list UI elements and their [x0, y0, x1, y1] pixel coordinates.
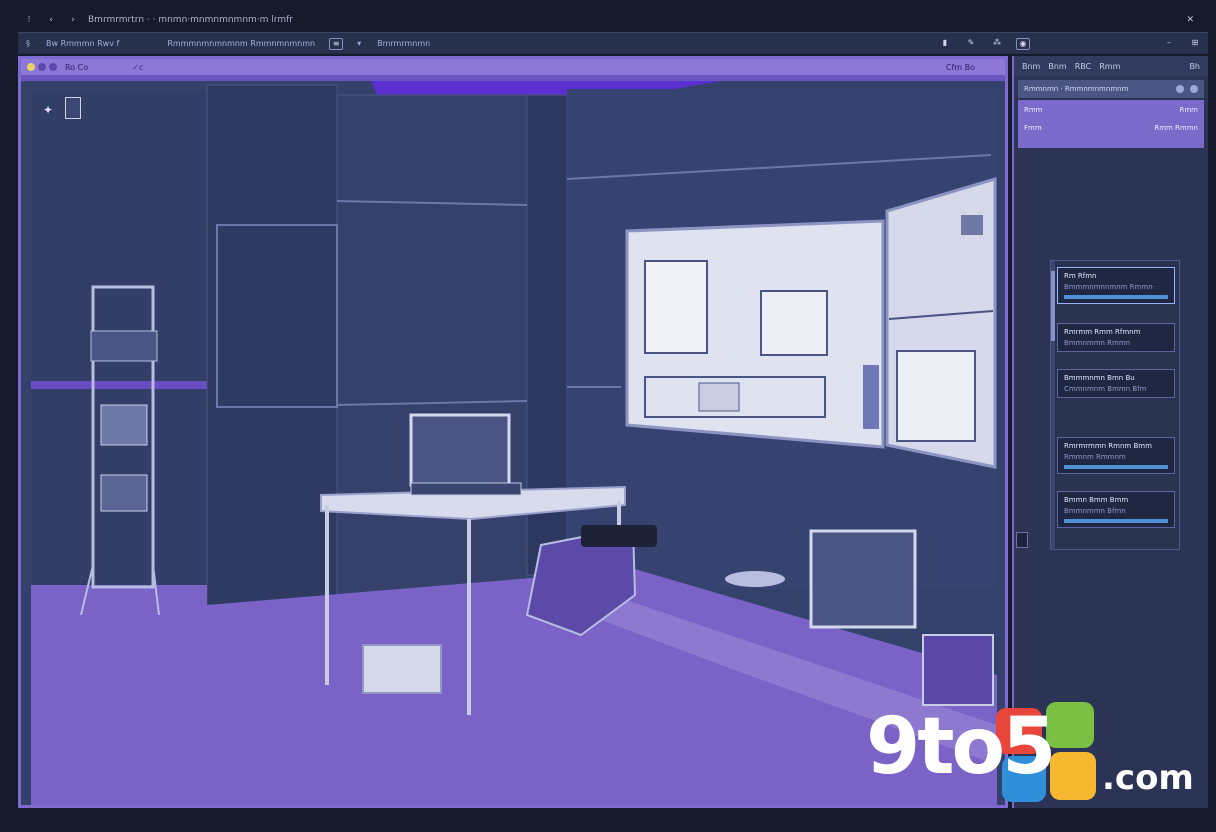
- toolbar-item-3[interactable]: Bmrmrmnmn: [377, 39, 430, 48]
- forward-icon[interactable]: ›: [68, 15, 78, 25]
- layout-icon[interactable]: ⊞: [1188, 38, 1202, 50]
- panel-close-icon[interactable]: Bh: [1189, 62, 1200, 71]
- toolbar-item-1[interactable]: Bw Rmmmn Rwv f: [46, 39, 119, 48]
- layer-subtitle: Bmmnmmn Rmmn: [1064, 339, 1131, 347]
- right-panel: Bnm Bnm RBC Rmm Bh Rmmnmn · Rmmnmnmnmnm …: [1012, 56, 1208, 808]
- close-icon[interactable]: ✕: [1186, 15, 1194, 25]
- canvas-tab-label[interactable]: Ro Co: [65, 63, 88, 72]
- record-tool-icon[interactable]: ◉: [1016, 37, 1030, 50]
- layer-subtitle: Rmmnm Rmmnm: [1064, 453, 1126, 461]
- panel-properties[interactable]: Rmm Rmm Fmm Rmm Rmmn: [1018, 100, 1204, 148]
- layer-subtitle: Cmmnmnm Bmmn Bfm: [1064, 385, 1147, 393]
- property-value[interactable]: Rmm: [1179, 106, 1198, 114]
- layers-scrollbar[interactable]: [1051, 261, 1055, 551]
- layer-title: Bmmmnmn Bmn Bu: [1064, 374, 1135, 382]
- room-illustration: [21, 75, 1005, 805]
- layer-subtitle: Bmmmnmnnmnm Rmmn·: [1064, 283, 1155, 291]
- layers-list[interactable]: Rm Rfmn Bmmmnmnnmnm Rmmn· Rmrmm Rmm Rfmn…: [1050, 260, 1180, 551]
- canvas-tool-icon[interactable]: [65, 97, 81, 119]
- watermark-logo: 9to5 .com: [866, 700, 1196, 810]
- toolbar-item-2[interactable]: Rmmmnmnmnmnm Rmmnmnmnmn: [167, 39, 315, 48]
- toggle-icon[interactable]: [1176, 85, 1184, 93]
- panel-tab[interactable]: RBC: [1075, 62, 1092, 71]
- layer-item[interactable]: Bmmn Bmm Bmm Bmmnmmn Bfmn: [1057, 491, 1175, 528]
- layer-title: Rm Rfmn: [1064, 272, 1097, 280]
- canvas-tab-bar: Ro Co ✓c Cfm Bo: [21, 59, 1005, 75]
- toggle-icon[interactable]: [1190, 85, 1198, 93]
- minimize-icon[interactable]: –: [1162, 38, 1176, 50]
- select-tool-icon[interactable]: ▮: [938, 38, 952, 50]
- watermark-brand: 9to5: [866, 702, 1056, 792]
- canvas-zoom-label[interactable]: Cfm Bo: [946, 63, 975, 72]
- image-canvas[interactable]: Ro Co ✓c Cfm Bo ✦: [18, 56, 1008, 808]
- panel-tab[interactable]: Bnm: [1048, 62, 1066, 71]
- panel-search-row[interactable]: Rmmnmn · Rmmnmnmnmnm: [1018, 80, 1204, 98]
- canvas-dot-icon[interactable]: [27, 63, 35, 71]
- canvas-dot-icon[interactable]: [38, 63, 46, 71]
- panel-collapse-handle[interactable]: [1016, 532, 1028, 548]
- toolbar-app-icon[interactable]: §: [26, 39, 30, 48]
- layer-subtitle: Bmmnmmn Bfmn: [1064, 507, 1126, 515]
- layer-item[interactable]: Rmrmrmmn Rmnm Bmm Rmmnm Rmmnm: [1057, 437, 1175, 474]
- layer-title: Rmrmm Rmm Rfmnm: [1064, 328, 1141, 336]
- layer-item[interactable]: Rm Rfmn Bmmmnmnnmnm Rmmn·: [1057, 267, 1175, 304]
- toolbar: § Bw Rmmmn Rwv f Rmmmnmnmnmnm Rmmnmnmnmn…: [18, 32, 1208, 54]
- panel-tab[interactable]: Bnm: [1022, 62, 1040, 71]
- window-title: Bmrmrmrtrn · · mnmn·mnmnmnmnm·m lrmfr: [88, 15, 293, 25]
- layer-title: Bmmn Bmm Bmm: [1064, 496, 1129, 504]
- pen-tool-icon[interactable]: ✎: [964, 38, 978, 50]
- app-window: ⁝ ‹ › Bmrmrmrtrn · · mnmn·mnmnmnmnm·m lr…: [0, 0, 1216, 832]
- canvas-tab-check[interactable]: ✓c: [132, 63, 143, 72]
- cursor-icon: ✦: [43, 103, 54, 117]
- effects-tool-icon[interactable]: ⁂: [990, 38, 1004, 50]
- back-icon[interactable]: ‹: [46, 15, 56, 25]
- layer-title: Rmrmrmmn Rmnm Bmm: [1064, 442, 1152, 450]
- canvas-dot-icon[interactable]: [49, 63, 57, 71]
- layer-item[interactable]: Bmmmnmn Bmn Bu Cmmnmnm Bmmn Bfm: [1057, 369, 1175, 398]
- property-label: Rmm: [1024, 106, 1043, 114]
- title-bar: ⁝ ‹ › Bmrmrmrtrn · · mnmn·mnmnmnmnm·m lr…: [18, 10, 1208, 30]
- layer-item[interactable]: Rmrmm Rmm Rfmnm Bmmnmmn Rmmn: [1057, 323, 1175, 352]
- menu-icon[interactable]: ⁝: [24, 15, 34, 25]
- property-value[interactable]: Rmm Rmmn: [1154, 124, 1198, 132]
- panel-tab[interactable]: Rmm: [1099, 62, 1120, 71]
- property-label: Fmm: [1024, 124, 1042, 132]
- toolbar-menu-icon[interactable]: ≡: [329, 37, 344, 50]
- watermark-suffix: .com: [1102, 758, 1194, 798]
- panel-header: Bnm Bnm RBC Rmm Bh: [1014, 56, 1208, 76]
- toolbar-dropdown-icon[interactable]: ▾: [357, 39, 361, 48]
- panel-row-label: Rmmnmn · Rmmnmnmnmnm: [1024, 85, 1129, 93]
